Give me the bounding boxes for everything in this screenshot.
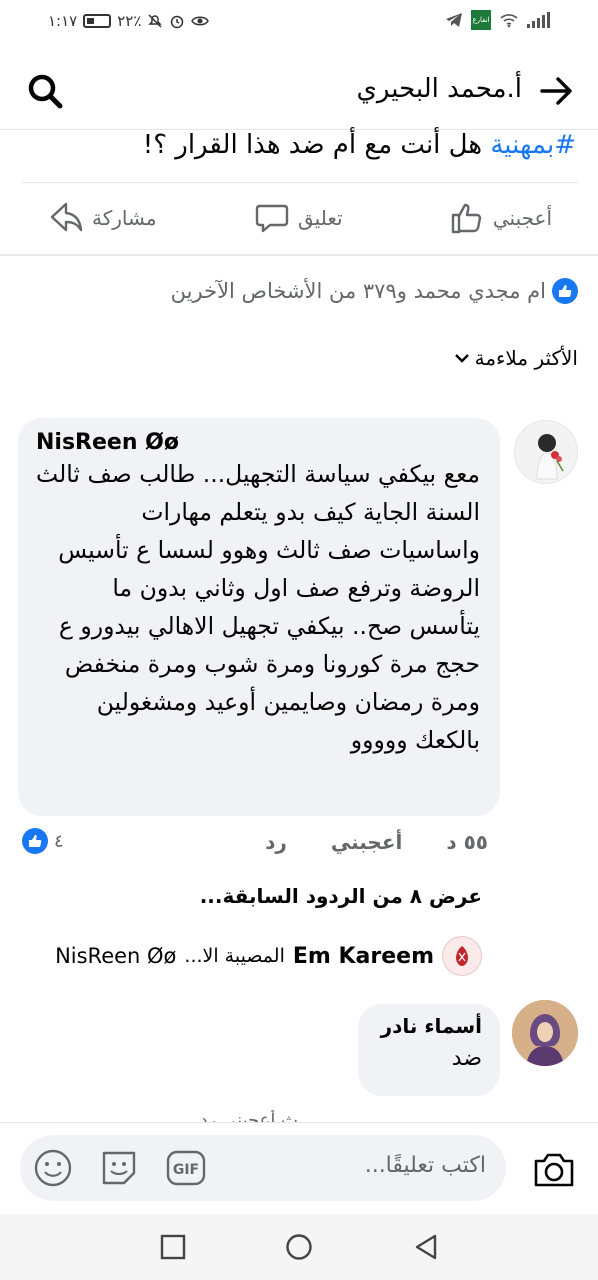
status-bar: ١:١٧ ٢٢٪ انفارع (0, 0, 598, 44)
app-notification-icon: انفارع (471, 10, 491, 30)
avatar-image (512, 1000, 578, 1066)
post-actions: أعجبني تعليق مشاركة (0, 190, 598, 250)
share-arrow-icon (50, 202, 83, 232)
avatar[interactable] (514, 420, 578, 484)
divider (22, 182, 578, 183)
avatar (442, 936, 482, 976)
comment-author[interactable]: أسماء نادر (376, 1014, 482, 1038)
home-icon[interactable] (285, 1233, 313, 1261)
back-arrow-icon[interactable] (538, 72, 576, 110)
comment-bubble: أسماء نادر ضد (358, 1004, 500, 1096)
comment-time: ٥٥ د (446, 830, 488, 854)
like-count: ٤ (54, 830, 64, 852)
status-left: ١:١٧ ٢٢٪ (48, 12, 210, 30)
comment-button[interactable]: تعليق (254, 200, 343, 236)
status-right: انفارع (445, 10, 550, 30)
post-hashtag[interactable]: #بمهنية (490, 130, 576, 160)
comment-input[interactable]: اكتب تعليقًا... GIF (20, 1135, 506, 1201)
comment-like-button[interactable]: أعجبني (331, 830, 403, 854)
latest-reply-preview[interactable]: Em Kareem المصيبة الا... NisReen Øø (55, 936, 482, 976)
comment-reply-button[interactable]: رد (265, 830, 287, 854)
comment-composer-bar: اكتب تعليقًا... GIF (0, 1122, 598, 1214)
comment-author[interactable]: NisReen Øø (36, 430, 480, 455)
reactions-text: ام مجدي محمد و٣٧٩ من الأشخاص الآخرين (170, 279, 546, 303)
camera-icon[interactable] (532, 1147, 576, 1191)
top-header: أ.محمد البحيري (0, 50, 598, 130)
post-text: #بمهنية هل أنت مع أم ضد هذا القرار ؟! (143, 130, 576, 160)
view-previous-replies[interactable]: عرض ٨ من الردود السابقة... (200, 884, 482, 908)
reply-mention: NisReen Øø (55, 944, 177, 968)
chevron-down-icon (454, 354, 469, 363)
page-title: أ.محمد البحيري (356, 74, 522, 104)
back-triangle-icon[interactable] (412, 1233, 440, 1261)
wifi-icon (500, 14, 518, 28)
recents-icon[interactable] (160, 1234, 186, 1260)
search-icon[interactable] (26, 72, 64, 110)
comment-meta: ٥٥ د أعجبني رد (265, 830, 488, 854)
share-button[interactable]: مشاركة (48, 200, 157, 236)
telegram-icon (446, 13, 462, 27)
reply-author: Em Kareem (292, 943, 434, 969)
battery-icon (83, 14, 112, 28)
eye-icon (191, 16, 210, 26)
avatar-image (536, 434, 564, 480)
gif-icon[interactable]: GIF (166, 1150, 206, 1186)
like-reaction-icon (22, 828, 48, 854)
section-divider (0, 254, 598, 256)
comment-text: ضد (451, 1046, 482, 1071)
sort-dropdown[interactable]: الأكثر ملاءمة (454, 346, 578, 370)
like-label: أعجبني (492, 206, 552, 230)
thumbs-up-icon (451, 203, 482, 234)
avatar[interactable] (512, 1000, 578, 1066)
reply-text: المصيبة الا... (184, 945, 285, 967)
like-button[interactable]: أعجبني (449, 200, 552, 236)
battery-level: ٢٢٪ (117, 12, 142, 30)
signal-icon (527, 12, 550, 28)
mute-icon (148, 14, 163, 28)
share-label: مشاركة (92, 206, 157, 230)
alarm-icon (171, 15, 184, 29)
sort-label: الأكثر ملاءمة (474, 346, 578, 370)
comment-label: تعليق (298, 206, 343, 230)
sticker-icon[interactable] (98, 1147, 140, 1189)
speech-bubble-icon (255, 204, 289, 233)
like-reaction-icon (552, 278, 578, 304)
comment-bubble: NisReen Øø معع بيكفي سياسة التجهيل... طا… (18, 418, 500, 816)
system-nav-bar (0, 1214, 598, 1280)
comment-text: معع بيكفي سياسة التجهيل... طالب صف ثالث … (36, 460, 480, 754)
svg-text:GIF: GIF (173, 1162, 199, 1178)
comment-like-count[interactable]: ٤ (22, 828, 64, 854)
post-question: هل أنت مع أم ضد هذا القرار ؟! (142, 130, 491, 160)
comment-placeholder: اكتب تعليقًا... (364, 1153, 486, 1178)
emoji-icon[interactable] (32, 1147, 74, 1189)
reactions-summary[interactable]: ام مجدي محمد و٣٧٩ من الأشخاص الآخرين (171, 278, 578, 304)
status-time: ١:١٧ (48, 12, 78, 30)
